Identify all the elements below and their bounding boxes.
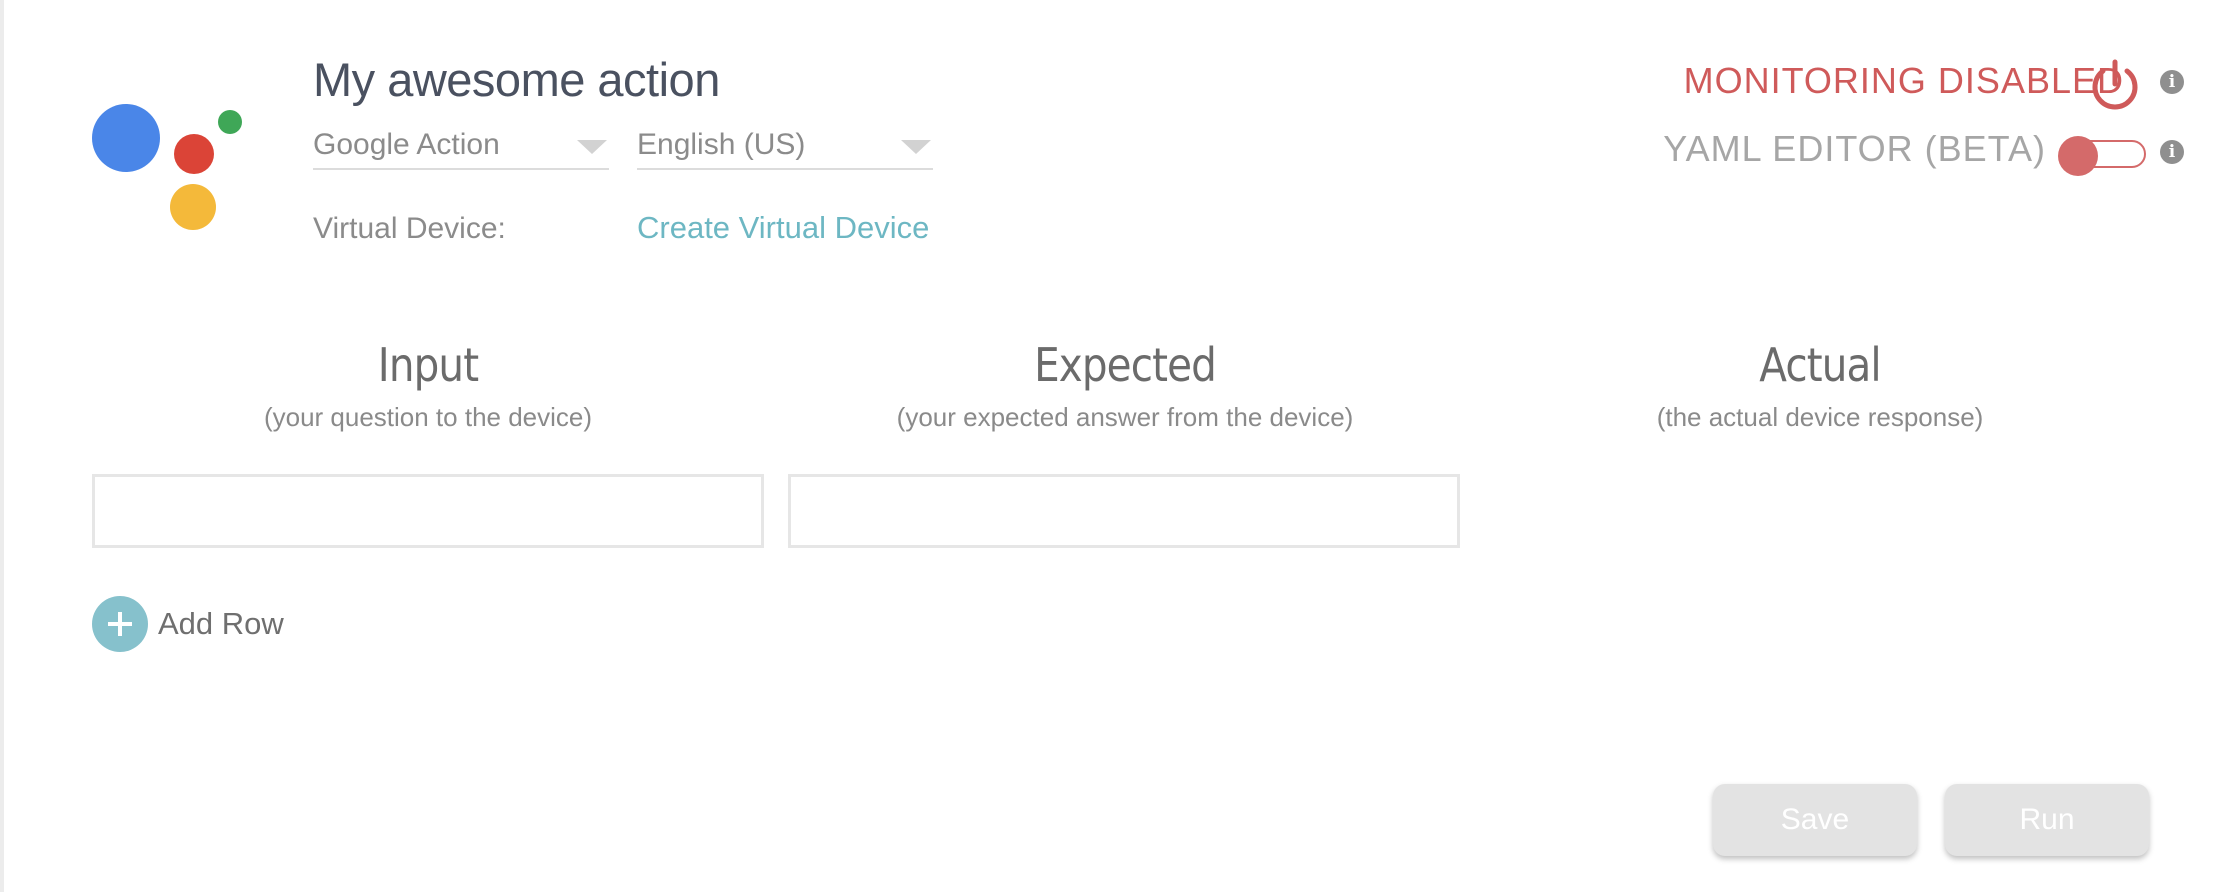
yaml-editor-info-icon[interactable]: i — [2160, 140, 2184, 164]
column-title: Actual — [1759, 338, 1881, 392]
chevron-down-icon — [901, 140, 931, 154]
toggle-knob — [2058, 136, 2098, 176]
logo-dot-yellow — [170, 184, 216, 230]
column-header-input: Input (your question to the device) — [88, 338, 768, 433]
save-button[interactable]: Save — [1713, 784, 1917, 856]
add-row-label: Add Row — [158, 606, 284, 641]
column-subtitle: (the actual device response) — [1656, 402, 1984, 432]
column-subtitle: (your question to the device) — [263, 402, 593, 432]
virtual-device-label: Virtual Device: — [313, 212, 506, 245]
locale-select-value: English (US) — [637, 128, 806, 161]
locale-select[interactable]: English (US) — [637, 126, 933, 170]
column-header-actual: Actual (the actual device response) — [1480, 338, 2160, 433]
chevron-down-icon — [577, 140, 607, 154]
platform-select-value: Google Action — [313, 128, 500, 161]
power-icon[interactable] — [2086, 56, 2144, 114]
input-field[interactable] — [95, 477, 761, 545]
expected-field[interactable] — [791, 477, 1457, 545]
logo-dot-red — [174, 134, 214, 174]
create-virtual-device-link[interactable]: Create Virtual Device — [637, 210, 929, 246]
expected-field-container — [788, 474, 1460, 548]
monitoring-status: MONITORING DISABLED — [1683, 60, 2124, 101]
column-title: Input — [377, 338, 479, 392]
run-button[interactable]: Run — [1945, 784, 2149, 856]
yaml-editor-toggle[interactable] — [2058, 136, 2150, 176]
column-header-expected: Expected (your expected answer from the … — [785, 338, 1465, 433]
column-title: Expected — [1034, 338, 1217, 392]
google-assistant-logo — [90, 100, 250, 240]
plus-icon — [92, 596, 148, 652]
input-field-container — [92, 474, 764, 548]
page-title: My awesome action — [313, 53, 720, 106]
column-subtitle: (your expected answer from the device) — [896, 402, 1354, 432]
platform-select[interactable]: Google Action — [313, 126, 609, 170]
logo-dot-green — [218, 110, 242, 134]
left-divider — [0, 0, 4, 892]
monitoring-info-icon[interactable]: i — [2160, 70, 2184, 94]
yaml-editor-label: YAML EDITOR (BETA) — [1663, 128, 2046, 169]
logo-dot-blue — [92, 104, 160, 172]
page: My awesome action Google Action English … — [0, 0, 2234, 892]
